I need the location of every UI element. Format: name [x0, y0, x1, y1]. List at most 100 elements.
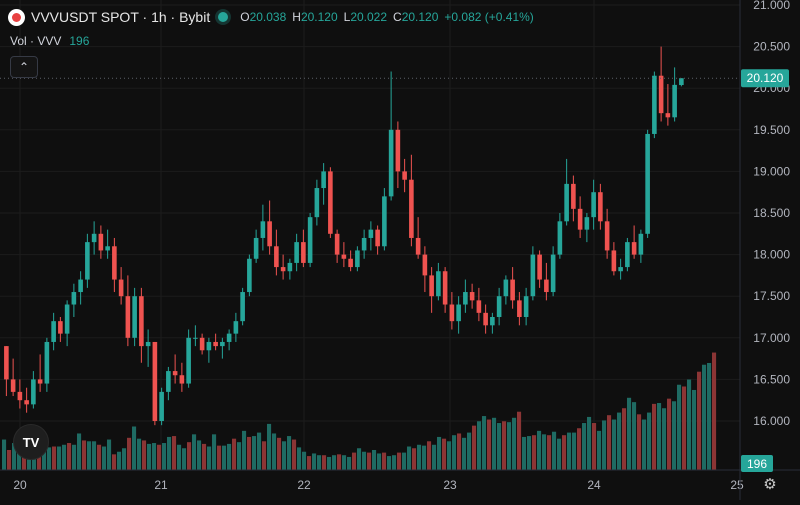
candle-body — [658, 75, 664, 114]
volume-legend[interactable]: Vol · VVV 196 — [10, 34, 89, 48]
volume-bar — [7, 449, 12, 470]
volume-bar — [397, 452, 402, 470]
volume-bar — [152, 443, 157, 470]
volume-bar — [437, 436, 442, 470]
symbol-title[interactable]: VVVUSDT SPOT · 1h · Bybit — [31, 9, 210, 25]
price-chart[interactable]: 21.00020.50020.00019.50019.00018.50018.0… — [0, 0, 800, 500]
chart-panel[interactable]: 21.000 20.500 20.000 19.500 19.000 18.500 18.0… — [0, 0, 800, 500]
volume-bar — [622, 408, 627, 470]
candle-body — [159, 391, 164, 421]
candle-body — [139, 296, 144, 347]
volume-bar — [712, 352, 717, 470]
volume-bar — [2, 439, 7, 470]
volume-bar — [587, 416, 592, 470]
candle-body — [456, 304, 461, 322]
gear-icon[interactable]: ⚙ — [761, 475, 779, 493]
candle-body — [71, 292, 77, 305]
volume-bar — [472, 425, 477, 470]
candle-body — [517, 300, 522, 317]
candle-body — [31, 379, 36, 405]
candle-body — [10, 379, 16, 392]
volume-bar — [467, 432, 472, 470]
candle-body — [611, 250, 617, 272]
collapse-legend-button[interactable]: ⌃ — [10, 56, 38, 78]
volume-bar — [192, 434, 197, 470]
volume-bar — [607, 415, 612, 470]
time-tick-label: 25 — [730, 478, 744, 492]
volume-bar — [262, 441, 267, 470]
volume-bar — [242, 430, 247, 470]
candle-body — [213, 341, 218, 347]
volume-bar — [672, 401, 677, 470]
volume-bar — [357, 448, 362, 470]
candle-body — [388, 129, 394, 197]
volume-bar — [507, 422, 512, 470]
volume-bar — [62, 444, 67, 470]
volume-bar — [247, 436, 252, 470]
volume-bar — [72, 444, 77, 470]
candle-body — [247, 258, 252, 293]
volume-bar — [342, 455, 347, 470]
volume-bar — [512, 417, 517, 470]
volume-bar — [402, 452, 407, 470]
price-tick-label: 17.500 — [753, 289, 790, 303]
price-tick-label: 16.500 — [753, 372, 790, 386]
tradingview-logo-icon[interactable]: TV — [13, 424, 49, 460]
volume-bar — [457, 433, 462, 470]
candle-body — [91, 233, 97, 243]
candle-body — [496, 296, 502, 317]
chevron-up-icon: ⌃ — [18, 60, 30, 74]
candle-body — [44, 341, 50, 384]
volume-bar — [592, 423, 597, 470]
candle-body — [58, 321, 63, 334]
volume-bar — [387, 456, 392, 470]
candle-body — [24, 400, 29, 405]
candle-body — [395, 129, 401, 172]
candle-body — [112, 246, 117, 280]
volume-bar — [547, 435, 552, 470]
candle-body — [550, 254, 556, 293]
price-tick-label: 19.500 — [753, 123, 790, 137]
price-tick-label: 21.000 — [753, 0, 790, 12]
volume-bar — [197, 440, 202, 470]
volume-bar — [337, 454, 342, 470]
volume-bar — [212, 434, 217, 470]
volume-bar — [532, 435, 537, 470]
candle-body — [436, 271, 441, 297]
volume-bar — [112, 454, 117, 470]
volume-bar — [487, 419, 492, 470]
candle-body — [571, 183, 576, 209]
candle-body — [557, 221, 563, 255]
candle-body — [51, 321, 56, 342]
volume-bar — [392, 455, 397, 470]
volume-bar — [302, 451, 307, 470]
candle-body — [382, 196, 387, 247]
volume-bar — [482, 416, 487, 470]
volume-bar — [612, 419, 617, 470]
volume-bar — [657, 403, 662, 470]
volume-bar — [287, 436, 292, 470]
volume-bar — [97, 444, 102, 470]
time-tick-label: 23 — [443, 478, 457, 492]
volume-bar — [372, 449, 377, 470]
candle-body — [233, 321, 239, 334]
low-value: 20.022 — [350, 10, 388, 24]
volume-bar — [602, 420, 607, 470]
candle-body — [618, 267, 623, 272]
candle-body — [537, 254, 542, 280]
volume-label: Vol · VVV — [10, 34, 62, 48]
volume-bar — [82, 440, 87, 470]
volume-bar — [537, 430, 542, 470]
live-dot-icon — [218, 12, 229, 22]
candle-body — [98, 233, 104, 251]
volume-bar — [227, 443, 232, 470]
price-tick-label: 18.500 — [753, 206, 790, 220]
candle-body — [145, 341, 151, 347]
volume-bar — [222, 445, 227, 470]
candle-body — [429, 275, 434, 297]
volume-bar — [332, 455, 337, 470]
candle-body — [64, 304, 70, 334]
volume-bar — [567, 432, 572, 470]
volume-bar — [517, 411, 522, 470]
bybit-logo-icon — [8, 8, 25, 26]
